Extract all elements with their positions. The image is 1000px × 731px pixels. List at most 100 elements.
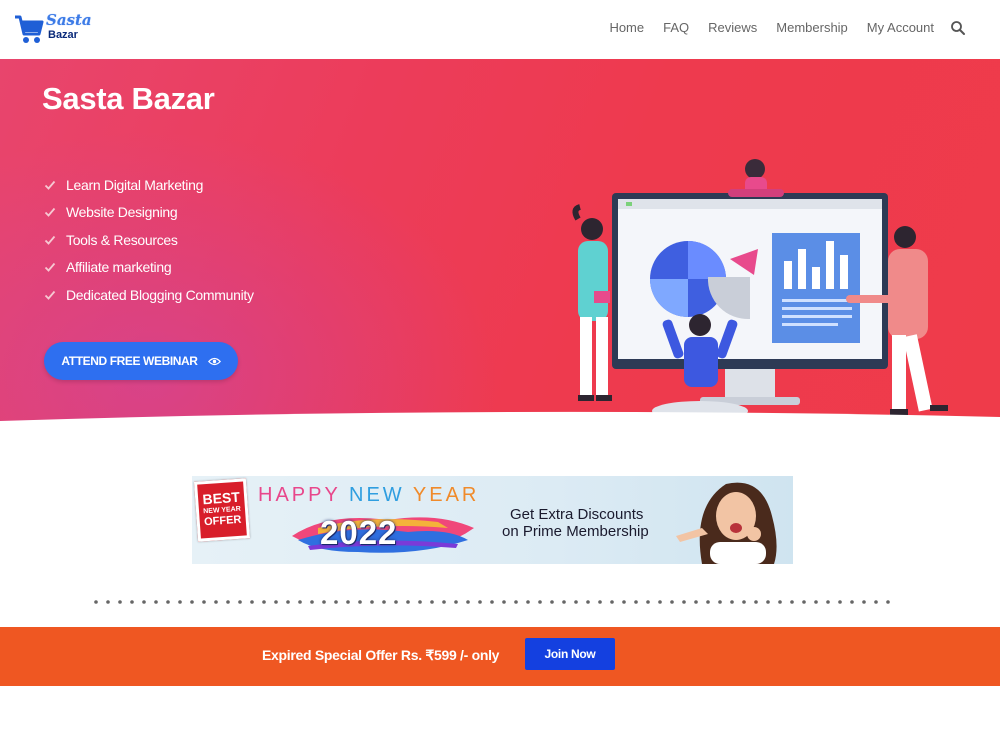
divider-dot: [490, 600, 494, 604]
divider-dot: [94, 600, 98, 604]
nav-home[interactable]: Home: [609, 20, 644, 35]
greeting-word-1: HAPPY: [258, 484, 341, 506]
divider-dot: [682, 600, 686, 604]
divider-dot: [106, 600, 110, 604]
check-icon: [44, 263, 56, 273]
divider-dot: [394, 600, 398, 604]
site-header: Sasta Bazar Home FAQ Reviews Membership …: [0, 0, 1000, 59]
hero-wave: [0, 411, 1000, 429]
divider-dot: [130, 600, 134, 604]
nav-membership[interactable]: Membership: [776, 20, 848, 35]
divider-dot: [790, 600, 794, 604]
nav-reviews[interactable]: Reviews: [708, 20, 757, 35]
divider-dot: [514, 600, 518, 604]
feature-label: Affiliate marketing: [66, 259, 172, 276]
check-icon: [44, 180, 56, 190]
divider-dot: [142, 600, 146, 604]
feature-item: Tools & Resources: [44, 226, 254, 254]
divider-dot: [574, 600, 578, 604]
divider-dot: [778, 600, 782, 604]
excited-woman-photo: [676, 482, 777, 564]
divider-dot: [286, 600, 290, 604]
check-icon: [44, 235, 56, 245]
divider-dot: [178, 600, 182, 604]
search-icon[interactable]: [950, 20, 966, 36]
hero-title: Sasta Bazar: [42, 81, 215, 116]
divider-dot: [118, 600, 122, 604]
divider-dot: [478, 600, 482, 604]
promo-line-1: Get Extra Discounts: [510, 506, 644, 523]
divider-dot: [658, 600, 662, 604]
divider-dot: [862, 600, 866, 604]
divider-dot: [370, 600, 374, 604]
divider-dot: [250, 600, 254, 604]
cta-label: ATTEND FREE WEBINAR: [61, 354, 198, 368]
divider-dot: [754, 600, 758, 604]
divider-dot: [550, 600, 554, 604]
divider-dot: [406, 600, 410, 604]
happy-new-year-text: HAPPY NEW YEAR: [258, 484, 479, 507]
eye-icon: [207, 357, 221, 365]
divider-dot: [202, 600, 206, 604]
divider-dot: [802, 600, 806, 604]
hero-illustration: [572, 159, 948, 421]
divider-dot: [274, 600, 278, 604]
logo-line-1: Sasta: [46, 11, 92, 29]
divider-dot: [358, 600, 362, 604]
divider-dot: [430, 600, 434, 604]
divider-dot: [610, 600, 614, 604]
divider-dot: [874, 600, 878, 604]
divider-dot: [442, 600, 446, 604]
feature-label: Dedicated Blogging Community: [66, 286, 254, 303]
divider-dot: [262, 600, 266, 604]
divider-dot: [346, 600, 350, 604]
divider-dot: [298, 600, 302, 604]
divider-dot: [742, 600, 746, 604]
divider-dot: [826, 600, 830, 604]
attend-webinar-button[interactable]: ATTEND FREE WEBINAR: [44, 342, 238, 380]
feature-item: Learn Digital Marketing: [44, 171, 254, 199]
divider-dot: [814, 600, 818, 604]
divider-dot: [334, 600, 338, 604]
feature-label: Website Designing: [66, 204, 178, 221]
new-year-promo-banner[interactable]: BEST NEW YEAR OFFER HAPPY NEW YEAR 2022 …: [192, 476, 793, 564]
divider-dot: [706, 600, 710, 604]
divider-dot: [586, 600, 590, 604]
main-nav: Home FAQ Reviews Membership My Account: [590, 20, 934, 35]
feature-label: Tools & Resources: [66, 231, 178, 248]
divider-dot: [718, 600, 722, 604]
divider-dot: [850, 600, 854, 604]
greeting-word-3: YEAR: [412, 484, 480, 506]
join-now-button[interactable]: Join Now: [525, 638, 615, 670]
divider-dot: [622, 600, 626, 604]
divider-dot: [538, 600, 542, 604]
site-logo[interactable]: Sasta Bazar: [14, 12, 94, 48]
feature-item: Dedicated Blogging Community: [44, 281, 254, 309]
divider-dot: [166, 600, 170, 604]
divider-dot: [310, 600, 314, 604]
divider-dot: [634, 600, 638, 604]
divider-dot: [526, 600, 530, 604]
divider-dot: [694, 600, 698, 604]
divider-dot: [838, 600, 842, 604]
special-offer-bar: Expired Special Offer Rs. ₹599 /- only J…: [0, 627, 1000, 686]
promo-line-2: on Prime Membership: [502, 523, 649, 540]
dotted-divider: [94, 600, 890, 604]
divider-dot: [382, 600, 386, 604]
divider-dot: [646, 600, 650, 604]
divider-dot: [766, 600, 770, 604]
nav-my-account[interactable]: My Account: [867, 20, 934, 35]
divider-dot: [886, 600, 890, 604]
cart-icon: [15, 15, 44, 43]
badge-line-3: OFFER: [203, 513, 242, 529]
hero-section: Sasta Bazar Learn Digital Marketing Webs…: [0, 59, 1000, 429]
divider-dot: [502, 600, 506, 604]
logo-text: Sasta Bazar: [46, 12, 92, 41]
check-icon: [44, 208, 56, 218]
divider-dot: [238, 600, 242, 604]
feature-label: Learn Digital Marketing: [66, 176, 204, 193]
offer-text: Expired Special Offer Rs. ₹599 /- only: [262, 647, 500, 663]
feature-item: Affiliate marketing: [44, 254, 254, 282]
nav-faq[interactable]: FAQ: [663, 20, 689, 35]
divider-dot: [190, 600, 194, 604]
